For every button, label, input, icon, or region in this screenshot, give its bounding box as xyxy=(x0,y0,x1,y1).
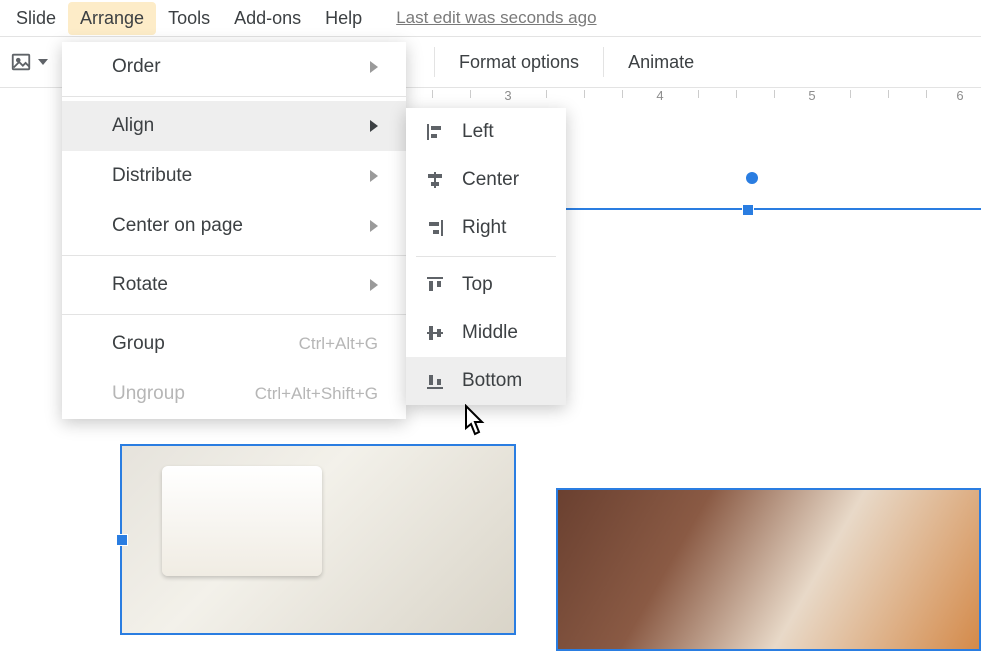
ruler-tick: 5 xyxy=(808,88,815,103)
menu-item-distribute[interactable]: Distribute xyxy=(62,151,406,201)
selected-image-1[interactable] xyxy=(120,444,516,635)
menu-addons[interactable]: Add-ons xyxy=(222,2,313,35)
menu-arrange[interactable]: Arrange xyxy=(68,2,156,35)
menu-item-label: Right xyxy=(462,217,506,239)
animate-button[interactable]: Animate xyxy=(614,46,708,79)
arrange-dropdown: Order Align Distribute Center on page Ro… xyxy=(62,42,406,419)
menu-separator xyxy=(62,314,406,315)
align-top-icon xyxy=(424,275,446,295)
menu-item-label: Center on page xyxy=(112,215,243,237)
menu-separator xyxy=(416,256,556,257)
menu-item-label: Left xyxy=(462,121,494,143)
menu-item-order[interactable]: Order xyxy=(62,42,406,92)
menu-item-shortcut: Ctrl+Alt+Shift+G xyxy=(255,384,378,404)
ruler-tick: 4 xyxy=(656,88,663,103)
menu-item-label: Top xyxy=(462,274,493,296)
menu-item-label: Align xyxy=(112,115,154,137)
menu-tools[interactable]: Tools xyxy=(156,2,222,35)
menu-item-label: Order xyxy=(112,56,161,78)
image-icon xyxy=(10,51,32,73)
ruler-tick: 3 xyxy=(504,88,511,103)
submenu-arrow-icon xyxy=(370,170,378,182)
menu-item-ungroup: Ungroup Ctrl+Alt+Shift+G xyxy=(62,369,406,419)
menu-item-label: Rotate xyxy=(112,274,168,296)
menu-separator xyxy=(62,255,406,256)
align-top[interactable]: Top xyxy=(406,261,566,309)
submenu-arrow-icon xyxy=(370,279,378,291)
image-tool-button[interactable] xyxy=(4,47,54,77)
submenu-arrow-icon xyxy=(370,220,378,232)
align-right[interactable]: Right xyxy=(406,204,566,252)
toolbar-separator xyxy=(603,47,604,77)
align-right-icon xyxy=(424,218,446,238)
submenu-arrow-icon xyxy=(370,61,378,73)
align-left[interactable]: Left xyxy=(406,108,566,156)
align-left-icon xyxy=(424,122,446,142)
menu-slide[interactable]: Slide xyxy=(4,2,68,35)
align-bottom[interactable]: Bottom xyxy=(406,357,566,405)
align-bottom-icon xyxy=(424,371,446,391)
selection-handle[interactable] xyxy=(742,204,754,216)
menu-help[interactable]: Help xyxy=(313,2,374,35)
caret-down-icon xyxy=(38,59,48,65)
ruler-tick: 6 xyxy=(956,88,963,103)
align-center[interactable]: Center xyxy=(406,156,566,204)
submenu-arrow-icon xyxy=(370,120,378,132)
align-center-icon xyxy=(424,170,446,190)
last-edit-link[interactable]: Last edit was seconds ago xyxy=(396,8,596,28)
selected-image-2[interactable] xyxy=(556,488,981,651)
align-middle-icon xyxy=(424,323,446,343)
menu-item-label: Group xyxy=(112,333,165,355)
menu-item-group[interactable]: Group Ctrl+Alt+G xyxy=(62,319,406,369)
selection-handle[interactable] xyxy=(116,534,128,546)
menu-item-label: Bottom xyxy=(462,370,522,392)
format-options-button[interactable]: Format options xyxy=(445,46,593,79)
menu-item-label: Ungroup xyxy=(112,383,185,405)
menu-item-label: Distribute xyxy=(112,165,192,187)
menu-item-align[interactable]: Align xyxy=(62,101,406,151)
align-submenu: Left Center Right Top Middle Bottom xyxy=(406,108,566,405)
menu-bar: Slide Arrange Tools Add-ons Help Last ed… xyxy=(0,0,981,36)
menu-separator xyxy=(62,96,406,97)
menu-item-center-on-page[interactable]: Center on page xyxy=(62,201,406,251)
menu-item-label: Center xyxy=(462,169,519,191)
menu-item-label: Middle xyxy=(462,322,518,344)
menu-item-rotate[interactable]: Rotate xyxy=(62,260,406,310)
rotation-handle[interactable] xyxy=(746,172,758,184)
toolbar-separator xyxy=(434,47,435,77)
align-middle[interactable]: Middle xyxy=(406,309,566,357)
menu-item-shortcut: Ctrl+Alt+G xyxy=(299,334,378,354)
